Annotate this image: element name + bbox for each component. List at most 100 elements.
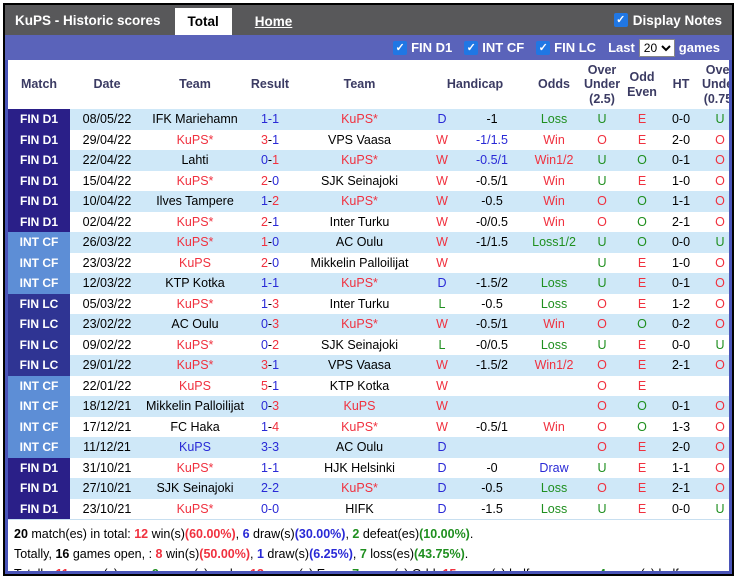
games-count-select[interactable]: 20 <box>638 38 675 57</box>
odds-result-cell: Loss <box>525 498 584 520</box>
int-cf-label: INT CF <box>482 40 525 55</box>
table-row: FIN D1 31/10/21 KuPS* 1-1 HJK Helsinki D -0 Dra… <box>8 457 729 479</box>
away-team-cell: KuPS* <box>294 191 425 212</box>
over-under-075-cell: O <box>699 355 729 376</box>
league-cell: INT CF <box>8 252 70 274</box>
league-cell: FIN D1 <box>8 478 70 499</box>
table-row: FIN D1 29/04/22 KuPS* 3-1 VPS Vaasa W -1/1.5 Wi… <box>8 129 729 151</box>
score-cell: 1-4 <box>246 416 294 438</box>
match-outcome-cell: W <box>425 396 459 417</box>
titlebar-spacer <box>305 5 613 35</box>
col-match: Match <box>8 60 70 110</box>
page-title: KuPS - Historic scores <box>15 12 161 28</box>
table-row: INT CF 18/12/21 Mikkelin Palloilijat 0-3 KuP… <box>8 396 729 417</box>
league-cell: INT CF <box>8 437 70 458</box>
ht-score-cell: 0-1 <box>663 150 700 171</box>
score-cell: 3-3 <box>246 437 294 458</box>
summary-line: Totally, 11 game(s) over, 9 game(s) unde… <box>14 564 729 571</box>
handicap-cell: -0.5/1 <box>459 170 526 192</box>
int-cf-checkbox[interactable]: ✓ <box>464 40 479 55</box>
match-outcome-cell: W <box>425 232 459 253</box>
odd-even-cell: E <box>621 355 664 376</box>
matches-table: Match Date Team Result Team Handicap Odd… <box>8 60 729 520</box>
handicap-cell: -1.5/2 <box>459 273 526 294</box>
home-team-cell: KuPS* <box>144 498 246 520</box>
col-team-home: Team <box>144 60 246 110</box>
ht-score-cell: 2-1 <box>663 355 700 376</box>
table-row: INT CF 17/12/21 FC Haka 1-4 KuPS* W -0.5/1 Win O… <box>8 416 729 438</box>
score-cell: 1-2 <box>246 191 294 212</box>
handicap-cell: -0/0.5 <box>459 334 526 356</box>
home-team-cell: KuPS <box>144 252 246 274</box>
odd-even-cell: O <box>621 211 664 233</box>
ht-score-cell: 0-0 <box>663 232 700 253</box>
odd-even-cell: E <box>621 170 664 192</box>
ht-score-cell: 1-1 <box>663 457 700 479</box>
away-team-cell: Inter Turku <box>294 211 425 233</box>
home-team-cell: Ilves Tampere <box>144 191 246 212</box>
filter-bar: ✓ FIN D1 ✓ INT CF ✓ FIN LC Last 20 games <box>5 35 732 60</box>
handicap-cell: -1.5 <box>459 498 526 520</box>
table-row: INT CF 26/03/22 KuPS* 1-0 AC Oulu W -1/1.5 Loss… <box>8 232 729 253</box>
match-outcome-cell: W <box>425 129 459 151</box>
match-outcome-cell: L <box>425 293 459 315</box>
home-team-cell: KTP Kotka <box>144 273 246 294</box>
away-team-cell: KuPS* <box>294 109 425 130</box>
odd-even-cell: E <box>621 109 664 130</box>
col-odd-even: Odd Even <box>621 60 664 110</box>
away-team-cell: Inter Turku <box>294 293 425 315</box>
fin-d1-checkbox[interactable]: ✓ <box>393 40 408 55</box>
over-under-075-cell: O <box>699 191 729 212</box>
over-under-075-cell: O <box>699 170 729 192</box>
tab-total[interactable]: Total <box>174 8 232 35</box>
away-team-cell: VPS Vaasa <box>294 355 425 376</box>
odd-even-cell: O <box>621 416 664 438</box>
over-under-25-cell: U <box>583 150 622 171</box>
match-outcome-cell: D <box>425 437 459 458</box>
home-team-cell: KuPS <box>144 375 246 397</box>
odds-result-cell: Win <box>525 191 584 212</box>
fin-lc-checkbox[interactable]: ✓ <box>536 40 551 55</box>
table-row: FIN D1 08/05/22 IFK Mariehamn 1-1 KuPS* D -1 Lo… <box>8 109 729 130</box>
summary-line: Totally, 16 games open, : 8 win(s)(50.00… <box>14 547 469 562</box>
date-cell: 09/02/22 <box>70 334 144 356</box>
display-notes-checkbox[interactable]: ✓ <box>613 13 628 27</box>
over-under-25-cell: U <box>583 232 622 253</box>
table-row: FIN D1 22/04/22 Lahti 0-1 KuPS* W -0.5/1 Win1/2… <box>8 150 729 171</box>
over-under-075-cell: O <box>699 150 729 171</box>
last-label: Last <box>608 40 635 55</box>
date-cell: 12/03/22 <box>70 273 144 294</box>
over-under-075-cell: O <box>699 478 729 499</box>
odds-result-cell: Win <box>525 170 584 192</box>
table-row: FIN LC 23/02/22 AC Oulu 0-3 KuPS* W -0.5/1 Win O… <box>8 314 729 335</box>
date-cell: 10/04/22 <box>70 191 144 212</box>
filter-int-cf: ✓ INT CF <box>464 40 524 55</box>
ht-score-cell: 0-2 <box>663 314 700 335</box>
table-row: INT CF 11/12/21 KuPS 3-3 AC Oulu D O E 2-0 O <box>8 437 729 458</box>
col-over-under-25: Over Under (2.5) <box>583 60 622 110</box>
odds-result-cell: Loss <box>525 293 584 315</box>
over-under-25-cell: O <box>583 355 622 376</box>
score-cell: 2-1 <box>246 211 294 233</box>
ht-score-cell: 2-0 <box>663 129 700 151</box>
score-cell: 2-2 <box>246 478 294 499</box>
handicap-cell: -1/1.5 <box>459 129 526 151</box>
odd-even-cell: E <box>621 478 664 499</box>
over-under-075-cell: O <box>699 211 729 233</box>
handicap-cell: -0.5 <box>459 478 526 499</box>
date-cell: 26/03/22 <box>70 232 144 253</box>
over-under-075-cell: U <box>699 498 729 520</box>
score-cell: 3-1 <box>246 129 294 151</box>
score-cell: 0-0 <box>246 498 294 520</box>
away-team-cell: KTP Kotka <box>294 375 425 397</box>
col-odds: Odds <box>525 60 584 110</box>
odd-even-cell: E <box>621 129 664 151</box>
tab-home[interactable]: Home <box>242 8 306 35</box>
match-outcome-cell: W <box>425 355 459 376</box>
match-outcome-cell: D <box>425 457 459 479</box>
odds-result-cell <box>525 396 584 417</box>
handicap-cell: -1.5/2 <box>459 355 526 376</box>
over-under-075-cell: O <box>699 437 729 458</box>
col-result: Result <box>246 60 294 110</box>
league-cell: FIN LC <box>8 293 70 315</box>
